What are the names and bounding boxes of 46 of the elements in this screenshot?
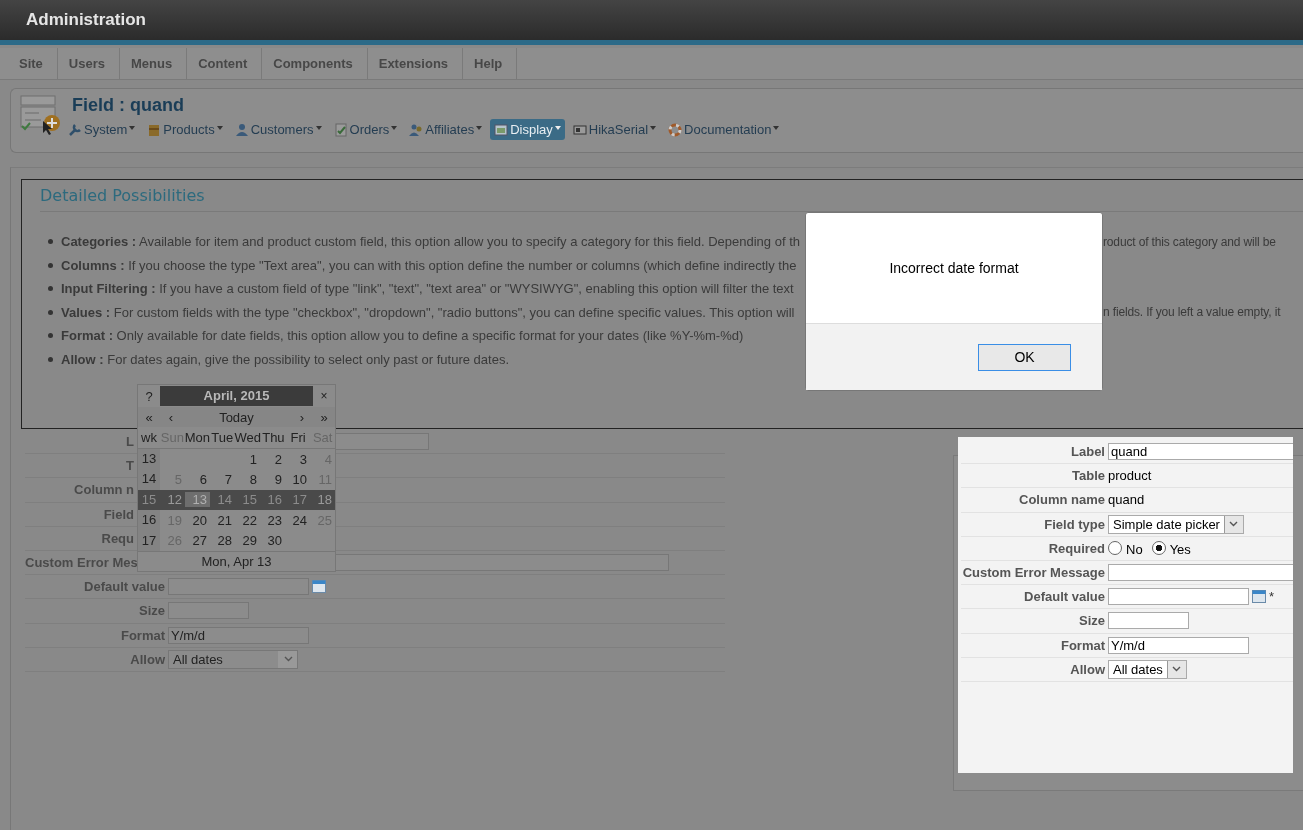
- week-column-header: wk: [140, 430, 158, 445]
- weekday-header: Wed: [234, 430, 262, 445]
- field-label: Requ: [101, 530, 134, 546]
- field-label: Label: [1071, 444, 1105, 460]
- field-label: Table: [1072, 468, 1105, 484]
- field-label: L: [126, 434, 134, 450]
- field-label: Default value: [84, 579, 165, 595]
- description-text: Allow : For dates again, give the possibility to select only past or future dates.: [61, 351, 509, 367]
- app-title: Administration: [26, 10, 146, 30]
- field-label: Custom Error Message: [962, 565, 1105, 581]
- field-label: Format: [1060, 637, 1105, 653]
- field-label: Allow: [1070, 661, 1105, 677]
- field-label: Default value: [1024, 589, 1105, 605]
- week-number: 14: [138, 469, 160, 490]
- field-label: Required: [1048, 540, 1105, 556]
- field-label: Column name: [1019, 492, 1105, 508]
- field-label: Custom Error Mes: [25, 555, 138, 571]
- field-value: product: [1108, 468, 1152, 484]
- calendar-title: April, 2015: [160, 386, 313, 406]
- weekday-header: Mon: [184, 430, 210, 445]
- required-mark: *: [1269, 589, 1275, 605]
- field-label: Size: [1079, 613, 1105, 629]
- week-number: 17: [138, 530, 160, 551]
- selected-date-text: Mon, Apr 13: [138, 550, 335, 571]
- description-text: Input Filtering : If you have a custom field of type "link", "text", "text area" or "WYSIWYG", enabling this option will filter the text: [61, 281, 794, 297]
- field-label: Column n: [74, 482, 134, 498]
- alert-message: Incorrect date format: [889, 260, 1019, 276]
- page-title: Field : quand: [72, 94, 185, 116]
- field-value: quand: [1108, 492, 1145, 508]
- weekday-header: Tue: [210, 430, 234, 445]
- field-label: Size: [139, 603, 165, 619]
- field-label: Field type: [1044, 516, 1105, 532]
- description-text: n fields. If you left a value empty, it: [1103, 305, 1281, 320]
- field-label: Allow: [130, 651, 165, 667]
- week-number: 13: [138, 449, 160, 470]
- description-text: Format : Only available for date fields, this option allow you to define a specific format for your dates (like %Y-%m-%d): [61, 328, 744, 344]
- field-label: Field: [103, 506, 134, 522]
- weekday-header: Fri: [289, 430, 307, 445]
- field-label: T: [126, 458, 134, 474]
- description-text: roduct of this category and will be: [1103, 234, 1276, 249]
- description-text: Columns : If you choose the type "Text area", you can with this option define the number or columns (which define indirectly the: [61, 257, 797, 273]
- field-label: Format: [120, 627, 165, 643]
- description-text: Categories : Available for item and product custom field, this option allow you to specify a category for this field. Depending of th: [61, 234, 800, 250]
- week-number: 16: [138, 510, 160, 531]
- description-text: Values : For custom fields with the type "checkbox", "dropdown", "radio buttons", you can define specific values. This option will: [61, 304, 795, 320]
- weekday-header: Thu: [261, 430, 286, 445]
